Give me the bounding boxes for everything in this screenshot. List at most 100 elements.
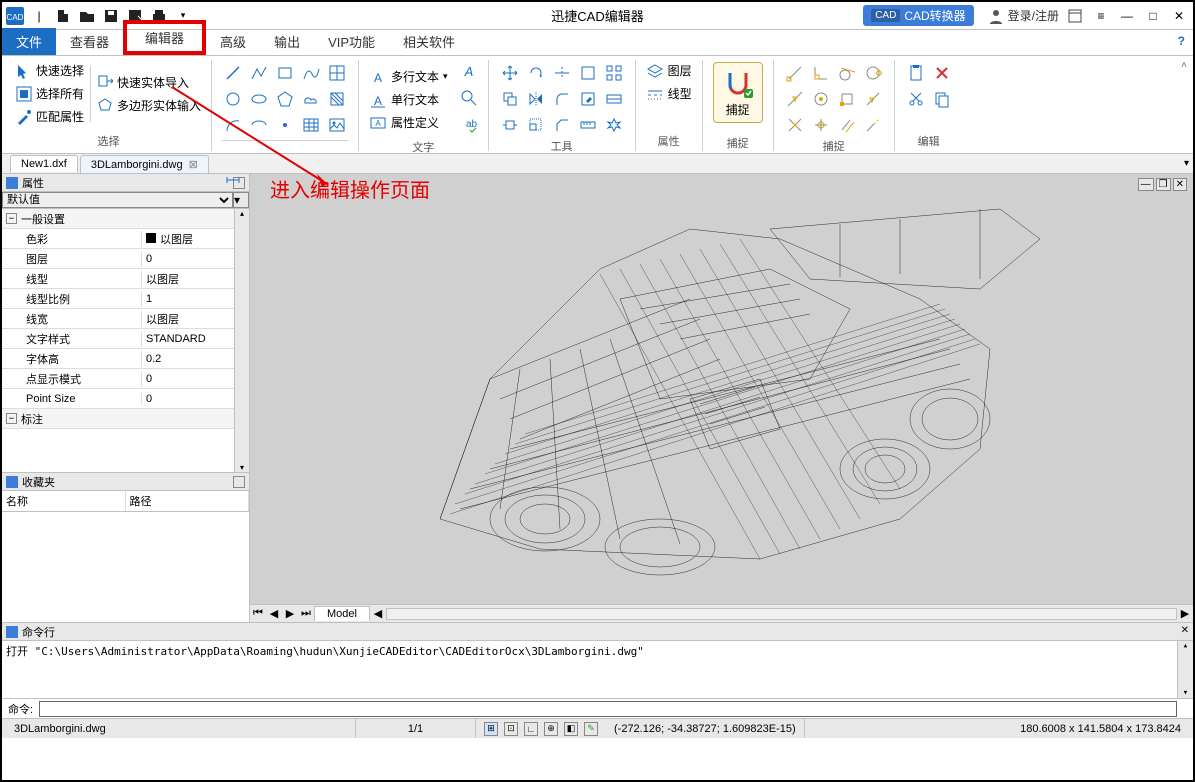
fillet-tool-icon[interactable] — [551, 88, 573, 110]
spline-tool-icon[interactable] — [300, 62, 322, 84]
viewport-restore-icon[interactable]: ❐ — [1156, 178, 1171, 191]
polygon-tool-icon[interactable] — [274, 88, 296, 110]
match-prop-button[interactable]: 匹配属性 — [16, 108, 84, 125]
fav-col-path[interactable]: 路径 — [126, 491, 250, 511]
snap-node-icon[interactable] — [810, 114, 832, 136]
close-icon[interactable]: ✕ — [1169, 6, 1189, 26]
move-tool-icon[interactable] — [499, 62, 521, 84]
select-all-button[interactable]: 选择所有 — [16, 85, 84, 102]
point-tool-icon[interactable] — [274, 114, 296, 136]
cad-convert-button[interactable]: CAD CAD转换器 — [863, 5, 973, 26]
snap-nearest-icon[interactable] — [862, 88, 884, 110]
snap-intersect-icon[interactable] — [784, 114, 806, 136]
quick-entity-import-button[interactable]: 快速实体导入 — [97, 74, 201, 91]
model-scroll-first-icon[interactable]: ⏮ — [250, 607, 266, 620]
line-tool-icon[interactable] — [222, 62, 244, 84]
linetype-button[interactable]: 线型 — [646, 85, 692, 102]
copy-tool-icon[interactable] — [499, 88, 521, 110]
tab-viewer[interactable]: 查看器 — [56, 28, 123, 55]
props-scrollbar[interactable]: ▴▾ — [234, 209, 249, 472]
status-osnap-toggle[interactable]: ◧ — [564, 722, 578, 736]
cut-icon[interactable] — [905, 88, 927, 110]
array-tool-icon[interactable] — [603, 62, 625, 84]
find-text-icon[interactable] — [460, 89, 478, 110]
stretch-tool-icon[interactable] — [499, 114, 521, 136]
quick-select-button[interactable]: 快速选择 — [16, 62, 84, 79]
copy-clip-icon[interactable] — [931, 88, 953, 110]
props-section-callout[interactable]: −标注 — [2, 409, 249, 429]
cmd-panel-close-icon[interactable]: ✕ — [1181, 625, 1189, 636]
tab-vip[interactable]: VIP功能 — [314, 28, 389, 55]
tabs-overflow-icon[interactable]: ▾ — [1184, 158, 1189, 169]
rotate-tool-icon[interactable] — [525, 62, 547, 84]
hatch-tool-icon[interactable] — [326, 88, 348, 110]
menu-icon[interactable]: ≡ — [1091, 6, 1111, 26]
cloud-tool-icon[interactable] — [300, 88, 322, 110]
file-tab-close-icon[interactable]: ⊠ — [189, 159, 198, 171]
snap-parallel-icon[interactable] — [836, 114, 858, 136]
help-icon[interactable]: ? — [1178, 34, 1185, 48]
rect-tool-icon[interactable] — [274, 62, 296, 84]
mirror-tool-icon[interactable] — [525, 88, 547, 110]
polygon-entity-input-button[interactable]: 多边形实体输入 — [97, 97, 201, 114]
ribbon-toggle-icon[interactable] — [1065, 6, 1085, 26]
tab-related[interactable]: 相关软件 — [389, 28, 469, 55]
polyline-tool-icon[interactable] — [248, 62, 270, 84]
status-grid-toggle[interactable]: ⊡ — [504, 722, 518, 736]
cmd-scrollbar[interactable]: ▴▾ — [1177, 641, 1193, 698]
snap-endpoint-icon[interactable] — [784, 62, 806, 84]
explode-tool-icon[interactable] — [603, 114, 625, 136]
ellipse-tool-icon[interactable] — [248, 88, 270, 110]
status-snap-toggle[interactable]: ⊞ — [484, 722, 498, 736]
model-scroll-prev-icon[interactable]: ◀ — [266, 607, 282, 620]
new-icon[interactable] — [54, 7, 72, 25]
layer-button[interactable]: 图层 — [646, 62, 692, 79]
viewport-min-icon[interactable]: — — [1138, 178, 1154, 191]
status-dyn-toggle[interactable]: ✎ — [584, 722, 598, 736]
scale-tool-icon[interactable] — [525, 114, 547, 136]
spell-check-icon[interactable]: ab — [460, 116, 478, 137]
save-icon[interactable] — [102, 7, 120, 25]
tab-file[interactable]: 文件 — [2, 28, 56, 55]
block-attr-icon[interactable] — [603, 88, 625, 110]
arc-tool-icon[interactable] — [222, 114, 244, 136]
snap-tangent-icon[interactable] — [836, 62, 858, 84]
snap-center-icon[interactable] — [810, 88, 832, 110]
chamfer-tool-icon[interactable] — [551, 114, 573, 136]
snap-perp-icon[interactable] — [810, 62, 832, 84]
text-style-icon[interactable]: A — [460, 62, 478, 83]
tab-editor[interactable]: 编辑器 — [123, 20, 206, 55]
paste-icon[interactable] — [905, 62, 927, 84]
block-edit-icon[interactable] — [577, 88, 599, 110]
single-text-button[interactable]: A单行文本 — [369, 91, 448, 108]
trim-tool-icon[interactable] — [551, 62, 573, 84]
model-scroll-next-icon[interactable]: ▶ — [282, 607, 298, 620]
snap-extend-icon[interactable] — [862, 114, 884, 136]
image-tool-icon[interactable] — [326, 114, 348, 136]
fav-col-name[interactable]: 名称 — [2, 491, 126, 511]
circle-tool-icon[interactable] — [222, 88, 244, 110]
viewport-hscroll[interactable]: ◀▶ — [370, 607, 1193, 620]
block-tool-icon[interactable] — [577, 62, 599, 84]
props-section-general[interactable]: −一般设置 — [2, 209, 249, 229]
fav-panel-restore-icon[interactable] — [233, 476, 245, 488]
file-tab-new1[interactable]: New1.dxf — [10, 155, 78, 172]
ellipse-arc-tool-icon[interactable] — [248, 114, 270, 136]
ribbon-collapse-icon[interactable]: ˄ — [1181, 60, 1187, 71]
minimize-icon[interactable]: — — [1117, 6, 1137, 26]
viewport-close-icon[interactable]: ✕ — [1173, 178, 1187, 191]
props-type-dropdown[interactable]: 默认值 — [2, 192, 233, 208]
snap-quad-icon[interactable] — [862, 62, 884, 84]
maximize-icon[interactable]: □ — [1143, 6, 1163, 26]
tab-advanced[interactable]: 高级 — [206, 28, 260, 55]
cmd-input[interactable] — [39, 701, 1177, 717]
model-scroll-last-icon[interactable]: ⏭ — [298, 607, 314, 620]
attr-def-button[interactable]: A属性定义 — [369, 114, 448, 131]
snap-insert-icon[interactable] — [836, 88, 858, 110]
status-polar-toggle[interactable]: ⊕ — [544, 722, 558, 736]
viewport[interactable]: — ❐ ✕ 进入编辑操作页面 — [250, 174, 1193, 622]
model-tab[interactable]: Model — [314, 606, 370, 621]
file-tab-lamborgini[interactable]: 3DLamborgini.dwg⊠ — [80, 155, 209, 173]
measure-tool-icon[interactable] — [577, 114, 599, 136]
grid-tool-icon[interactable] — [326, 62, 348, 84]
